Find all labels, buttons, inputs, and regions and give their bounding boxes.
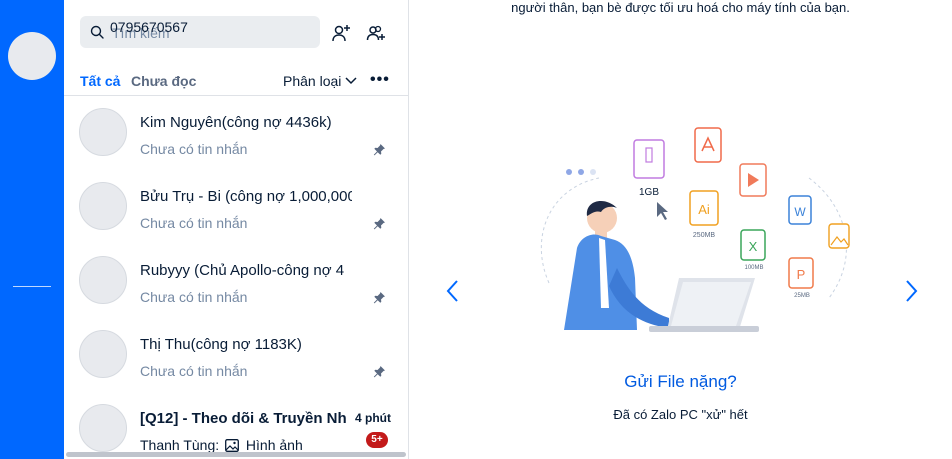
svg-text:Ai: Ai — [698, 202, 710, 217]
conversation-name: Thị Thu(công nợ 1183K) — [140, 336, 302, 353]
svg-text:X: X — [749, 239, 758, 254]
tab-all[interactable]: Tất cả — [80, 73, 120, 89]
welcome-tagline: người thân, bạn bè được tối ưu hoá cho m… — [511, 0, 850, 15]
create-group-button[interactable] — [363, 20, 389, 46]
conversation-panel: Tìm kiếm 0795670567 Tất cả Chưa đọc Phân… — [64, 0, 409, 459]
people-plus-icon — [366, 25, 385, 41]
chevron-right-icon[interactable] — [899, 278, 923, 304]
chevron-left-icon[interactable] — [441, 278, 465, 304]
avatar — [79, 256, 127, 304]
svg-text:P: P — [797, 267, 806, 282]
conversation-item[interactable]: Thị Thu(công nợ 1183K) Chưa có tin nhắn — [64, 318, 408, 392]
zalo-window: Tìm kiếm 0795670567 Tất cả Chưa đọc Phân… — [0, 0, 952, 459]
conversation-preview: Chưa có tin nhắn — [140, 289, 248, 305]
cursor-icon — [657, 202, 668, 220]
ai-file-icon: Ai 250MB — [689, 190, 719, 239]
classify-dropdown[interactable]: Phân loại — [283, 73, 341, 89]
search-icon — [90, 25, 104, 39]
zip-size-label: 1GB — [639, 187, 659, 198]
conversation-name: Bửu Trụ - Bi (công nợ 1,000,000 — [140, 188, 352, 205]
message-time: 4 phút — [355, 411, 391, 425]
conversation-name: [Q12] - Theo dõi & Truyền Nh — [140, 410, 347, 427]
chevron-down-icon[interactable] — [344, 74, 358, 88]
conversation-preview: Chưa có tin nhắn — [140, 363, 248, 379]
conversation-item[interactable]: Bửu Trụ - Bi (công nợ 1,000,000 Chưa có … — [64, 170, 408, 244]
avatar — [79, 108, 127, 156]
svg-text:W: W — [794, 205, 806, 219]
avatar — [79, 404, 127, 452]
unread-badge: 5+ — [366, 432, 388, 448]
excel-file-icon: X 100MB — [740, 229, 766, 271]
conversation-tabs: Tất cả Chưa đọc Phân loại ••• — [64, 66, 408, 96]
horizontal-scrollbar[interactable] — [66, 452, 406, 457]
add-friend-button[interactable] — [328, 20, 354, 46]
ai-size-label: 250MB — [693, 232, 716, 239]
search-value[interactable]: 0795670567 — [110, 19, 188, 35]
welcome-panel: người thân, bạn bè được tối ưu hoá cho m… — [409, 0, 952, 459]
conversation-item[interactable]: [Q12] - Theo dõi & Truyền Nh 4 phút Than… — [64, 392, 408, 459]
conversation-preview: Chưa có tin nhắn — [140, 141, 248, 157]
search-input[interactable]: Tìm kiếm 0795670567 — [80, 16, 320, 48]
slide-title: Gửi File nặng? — [624, 372, 737, 391]
conversation-name: Rubyyy (Chủ Apollo-công nợ 4 — [140, 262, 345, 279]
xls-size-label: 100MB — [744, 265, 763, 271]
zip-file-icon: 1GB — [633, 139, 665, 198]
preview-sender: Thanh Tùng: — [140, 437, 220, 453]
typing-dots — [566, 169, 596, 175]
conversation-item[interactable]: Kim Nguyên(công nợ 4436k) Chưa có tin nh… — [64, 96, 408, 170]
ppt-size-label: 25MB — [794, 293, 810, 299]
person-plus-icon — [332, 25, 350, 42]
preview-text: Hình ảnh — [245, 437, 303, 453]
conversation-item[interactable]: Rubyyy (Chủ Apollo-công nợ 4 Chưa có tin… — [64, 244, 408, 318]
image-icon — [225, 439, 239, 452]
conversation-preview: Chưa có tin nhắn — [140, 215, 248, 231]
more-options-button[interactable]: ••• — [370, 71, 390, 89]
person-illustration — [564, 201, 669, 330]
rail-divider — [13, 286, 51, 287]
pin-icon — [373, 366, 385, 378]
tab-unread[interactable]: Chưa đọc — [131, 73, 196, 89]
conversation-name: Kim Nguyên(công nợ 4436k) — [140, 114, 332, 131]
send-file-illustration: 1GB Ai 250MB W X 100MB P 25MB — [540, 127, 850, 332]
avatar — [79, 182, 127, 230]
avatar — [79, 330, 127, 378]
user-avatar[interactable] — [8, 32, 56, 80]
video-file-icon — [739, 163, 767, 197]
word-file-icon: W — [788, 195, 812, 225]
pin-icon — [373, 292, 385, 304]
nav-rail — [0, 0, 64, 459]
pin-icon — [373, 218, 385, 230]
ppt-file-icon: P 25MB — [788, 257, 814, 299]
image-file-icon — [828, 223, 850, 249]
conversation-preview: Thanh Tùng: Hình ảnh — [140, 437, 303, 453]
pdf-file-icon — [694, 127, 722, 163]
slide-description: Đã có Zalo PC "xử" hết — [613, 407, 748, 422]
pin-icon — [373, 144, 385, 156]
